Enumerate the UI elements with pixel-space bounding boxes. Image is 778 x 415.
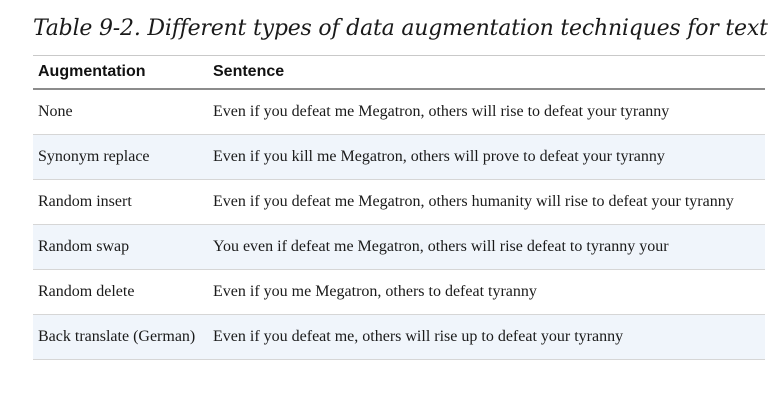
sentence-cell: Even if you kill me Megatron, others wil…: [213, 148, 665, 165]
column-header-sentence: Sentence: [213, 63, 285, 80]
column-header-augmentation: Augmentation: [38, 63, 146, 80]
augmentation-cell: Random delete: [38, 283, 135, 300]
augmentation-table: Augmentation Sentence None Even if you d…: [33, 55, 765, 360]
sentence-cell: Even if you me Megatron, others to defea…: [213, 283, 537, 300]
table-row: Synonym replace Even if you kill me Mega…: [33, 134, 765, 180]
sentence-cell: Even if you defeat me Megatron, others w…: [213, 103, 670, 120]
table-header: Augmentation Sentence: [33, 55, 765, 89]
augmentation-cell: Back translate (German): [38, 328, 196, 345]
table-row: Random swap You even if defeat me Megatr…: [33, 224, 765, 270]
table-caption: Table 9-2. Different types of data augme…: [33, 16, 768, 41]
sentence-cell: Even if you defeat me Megatron, others h…: [213, 193, 734, 210]
augmentation-cell: None: [38, 103, 73, 120]
sentence-cell: You even if defeat me Megatron, others w…: [213, 238, 669, 255]
table-body: None Even if you defeat me Megatron, oth…: [33, 89, 765, 360]
table-row: None Even if you defeat me Megatron, oth…: [33, 89, 765, 135]
augmentation-table-container: Augmentation Sentence None Even if you d…: [33, 55, 765, 360]
table-row: Random insert Even if you defeat me Mega…: [33, 180, 765, 225]
header-row: Augmentation Sentence: [33, 55, 765, 89]
table-row: Random delete Even if you me Megatron, o…: [33, 270, 765, 315]
table-row: Back translate (German) Even if you defe…: [33, 314, 765, 360]
augmentation-cell: Synonym replace: [38, 148, 150, 165]
augmentation-cell: Random insert: [38, 193, 132, 210]
augmentation-cell: Random swap: [38, 238, 130, 255]
sentence-cell: Even if you defeat me, others will rise …: [213, 328, 624, 345]
